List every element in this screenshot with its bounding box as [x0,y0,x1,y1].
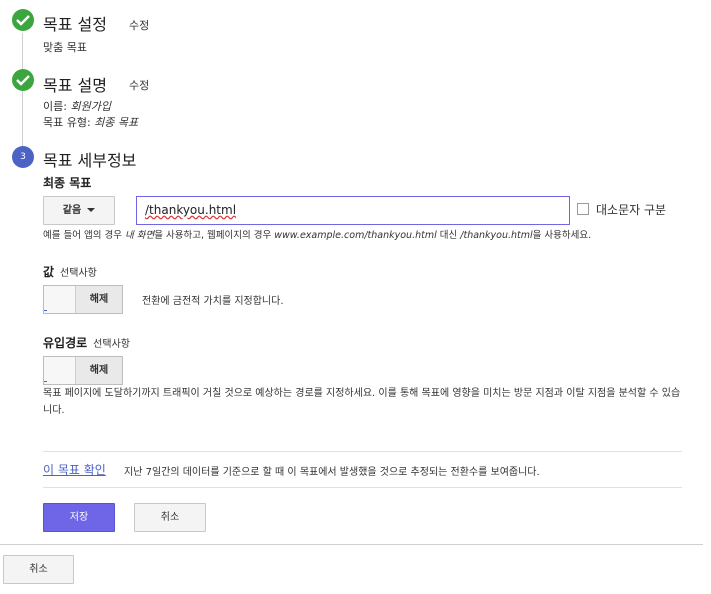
step-2-title: 목표 설명 [43,76,107,95]
value-toggle-state: 해제 [76,286,122,313]
step-connector-1 [22,33,23,71]
goal-name-summary: 이름: 회원가입 [43,98,111,114]
step-1-title: 목표 설정 [43,15,107,34]
help-text-part: 예를 들어 앱의 경우 [43,230,125,241]
divider [43,487,682,488]
footer-cancel-button[interactable]: 취소 [3,555,74,584]
goal-type-label: 목표 유형: [43,116,91,129]
value-label-text: 값 [43,265,55,279]
value-optional-tag: 선택사항 [60,268,97,279]
footer-divider [0,544,703,545]
destination-input[interactable]: /thankyou.html [136,196,570,225]
verify-goal-link[interactable]: 이 목표 확인 [43,461,106,478]
step-3-number-badge: 3 [12,146,34,168]
help-text-part: 을 사용하고, 웹페이지의 경우 [154,230,275,241]
funnel-description: 목표 페이지에 도달하기까지 트래픽이 거칠 것으로 예상하는 경로를 지정하세… [43,388,681,416]
value-description: 전환에 금전적 가치를 지정합니다. [142,296,284,307]
step-complete-check-icon [12,9,34,31]
step-2-edit-link[interactable]: 수정 [129,77,149,93]
help-web-full-example: www.example.com/thankyou.html [274,230,437,241]
destination-help-text: 예를 들어 앱의 경우 내 화면을 사용하고, 웹페이지의 경우 www.exa… [43,227,591,241]
goal-name-label: 이름: [43,100,67,113]
match-type-value: 같음 [62,205,82,216]
goal-name-value: 회원가입 [70,100,111,113]
help-web-short-example: /thankyou.html [460,230,533,241]
goal-type-summary: 목표 유형: 최종 목표 [43,114,138,130]
toggle-knob [44,357,76,384]
cancel-button[interactable]: 취소 [134,503,206,532]
save-button[interactable]: 저장 [43,503,115,532]
match-type-dropdown[interactable]: 같음 [43,196,115,225]
step-3-title: 목표 세부정보 [43,151,137,170]
step-connector-2 [22,91,23,147]
funnel-label-text: 유입경로 [43,336,88,350]
funnel-toggle-state: 해제 [76,357,122,384]
help-text-part: 을 사용하세요. [532,230,592,241]
verify-goal-description: 지난 7일간의 데이터를 기준으로 할 때 이 목표에서 발생했을 것으로 추정… [124,467,540,478]
divider [43,451,682,452]
help-app-example: 내 화면 [125,230,155,241]
case-sensitive-checkbox[interactable] [577,203,589,215]
help-text-part: 대신 [436,230,461,241]
step-1-edit-link[interactable]: 수정 [129,17,149,33]
step-1-summary: 맞춤 목표 [43,41,87,54]
funnel-toggle[interactable]: 해제 [43,356,123,385]
funnel-label: 유입경로 선택사항 [43,334,130,351]
destination-label: 최종 목표 [43,176,92,190]
goal-type-value: 최종 목표 [94,116,139,129]
destination-input-value: /thankyou.html [145,203,237,217]
funnel-optional-tag: 선택사항 [93,339,130,350]
step-complete-check-icon [12,69,34,91]
value-toggle[interactable]: 해제 [43,285,123,314]
value-label: 값 선택사항 [43,263,97,280]
chevron-down-icon [87,208,96,212]
toggle-knob [44,286,76,313]
case-sensitive-label: 대소문자 구분 [596,203,667,217]
